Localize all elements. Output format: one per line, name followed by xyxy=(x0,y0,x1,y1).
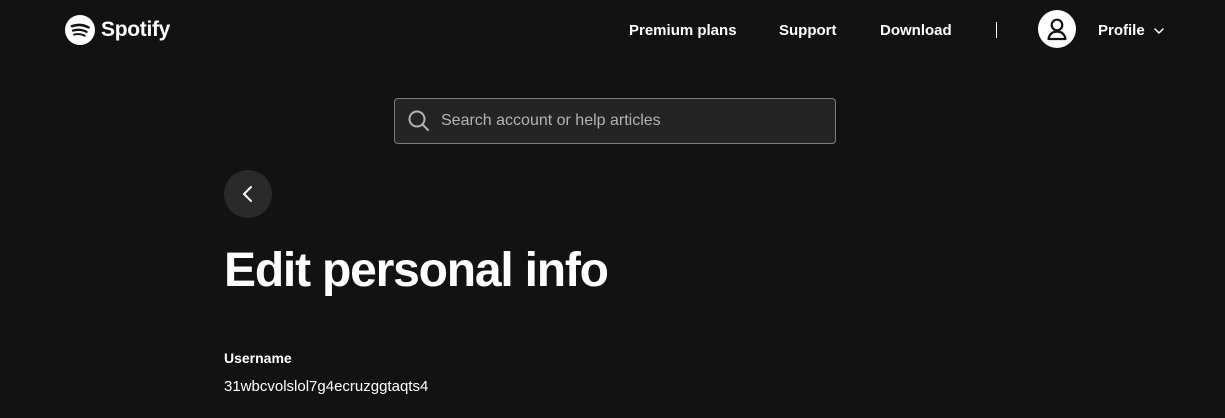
chevron-down-icon xyxy=(1153,28,1164,34)
user-icon xyxy=(1040,12,1074,46)
search-icon xyxy=(408,110,429,131)
search-bar xyxy=(394,98,836,144)
nav-support-link[interactable]: Support xyxy=(779,20,837,42)
profile-menu-button[interactable]: Profile xyxy=(1098,20,1165,42)
spotify-logo-link[interactable]: Spotify xyxy=(65,15,170,45)
nav-divider xyxy=(996,22,997,38)
chevron-left-icon xyxy=(243,186,252,202)
spotify-logo-icon xyxy=(65,15,95,45)
nav-download-link[interactable]: Download xyxy=(880,20,952,42)
page-title: Edit personal info xyxy=(224,244,609,297)
back-button[interactable] xyxy=(224,170,272,218)
profile-avatar-button[interactable] xyxy=(1038,10,1076,48)
username-label: Username xyxy=(224,350,292,366)
brand-name: Spotify xyxy=(101,18,171,41)
nav-premium-plans-link[interactable]: Premium plans xyxy=(629,20,737,42)
profile-label: Profile xyxy=(1098,22,1145,39)
top-navigation-bar: Spotify Premium plans Support Download P… xyxy=(0,0,1225,62)
username-value: 31wbcvolslol7g4ecruzggtaqts4 xyxy=(224,378,429,395)
search-input[interactable] xyxy=(441,112,835,130)
